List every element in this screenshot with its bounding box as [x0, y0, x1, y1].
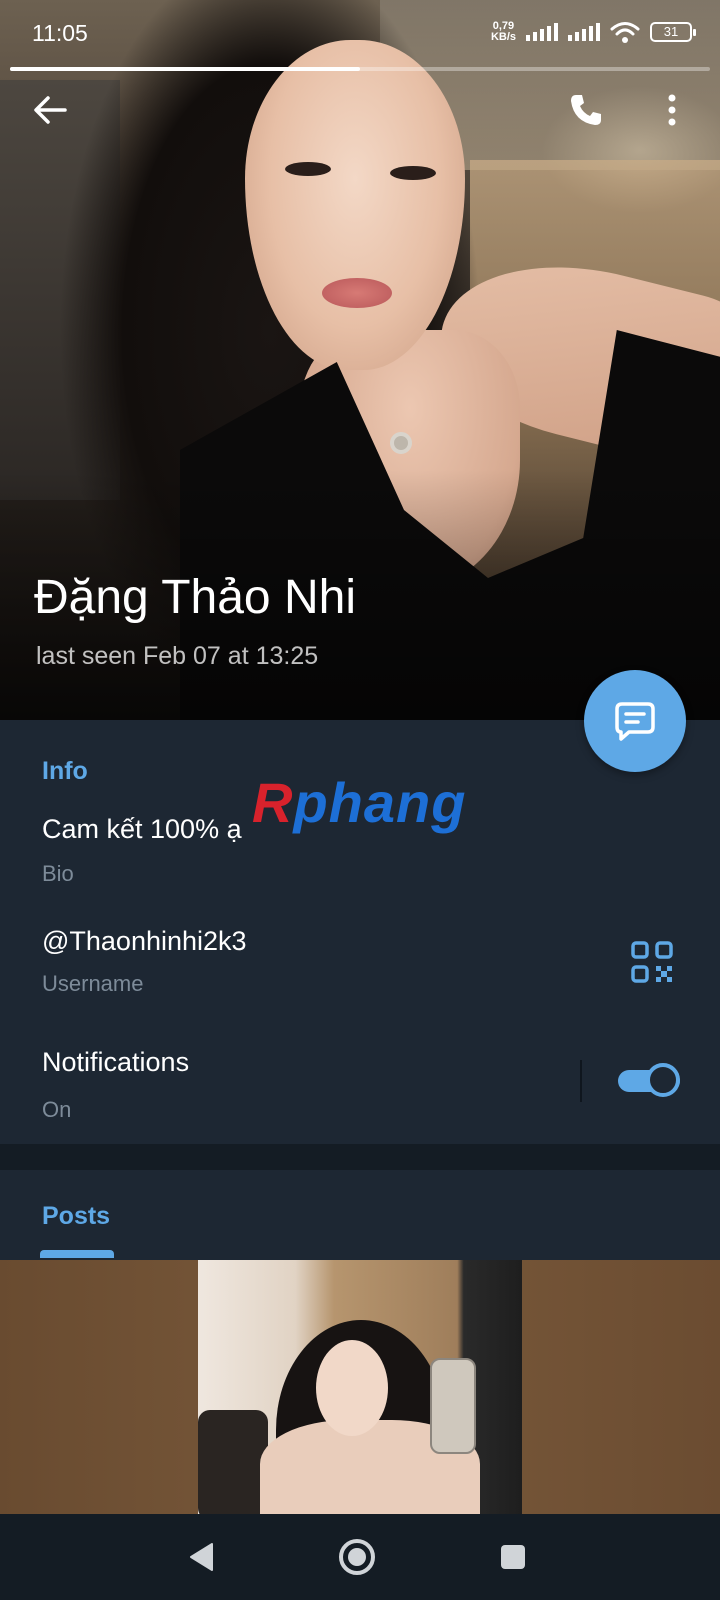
- triangle-back-icon: [190, 1543, 213, 1571]
- info-section-title: Info: [42, 757, 88, 785]
- watermark-logo: Rphang: [252, 770, 466, 835]
- qr-code-button[interactable]: [630, 940, 674, 984]
- photo-lips: [322, 278, 392, 308]
- bio-label: Bio: [42, 861, 74, 886]
- square-recents-icon: [501, 1545, 525, 1569]
- post-photo-chair: [198, 1410, 268, 1514]
- post-photo-face: [316, 1340, 388, 1436]
- nav-recents-button[interactable]: [486, 1530, 540, 1584]
- notifications-label[interactable]: Notifications: [42, 1047, 189, 1078]
- bio-value[interactable]: Cam kết 100% ạ: [42, 814, 242, 845]
- net-speed: 0,79 KB/s: [491, 21, 516, 43]
- section-gap: [0, 1144, 720, 1170]
- back-button[interactable]: [26, 86, 74, 134]
- post-photo-phone: [430, 1358, 476, 1454]
- qr-code-icon: [631, 941, 673, 983]
- profile-name: Đặng Thảo Nhi: [34, 571, 356, 624]
- more-vertical-icon: [668, 94, 676, 126]
- circle-home-icon: [339, 1539, 375, 1575]
- username-value[interactable]: @Thaonhinhi2k3: [42, 926, 247, 957]
- more-options-button[interactable]: [648, 86, 696, 134]
- tab-posts[interactable]: Posts: [42, 1202, 110, 1231]
- nav-back-button[interactable]: [174, 1530, 228, 1584]
- username-label: Username: [42, 971, 144, 996]
- photo-progress-fill: [10, 67, 360, 71]
- photo-necklace: [390, 432, 412, 454]
- net-speed-unit: KB/s: [490, 31, 516, 43]
- nav-home-button[interactable]: [330, 1530, 384, 1584]
- status-bar: 11:05 0,79 KB/s 31: [0, 0, 720, 64]
- phone-icon: [571, 95, 601, 125]
- notifications-state: On: [42, 1097, 72, 1122]
- toggle-knob: [646, 1063, 680, 1097]
- system-nav-bar: [0, 1514, 720, 1600]
- photo-eye-left: [285, 162, 331, 176]
- watermark-part-1: R: [252, 771, 294, 834]
- notifications-divider: [580, 1060, 582, 1102]
- status-icons: 0,79 KB/s 31: [491, 18, 696, 46]
- photo-eye-right: [390, 166, 436, 180]
- last-seen-status: last seen Feb 07 at 13:25: [36, 642, 319, 670]
- post-photo[interactable]: [198, 1260, 522, 1514]
- status-time: 11:05: [32, 20, 88, 46]
- send-message-button[interactable]: [584, 670, 686, 772]
- photo-progress-track: [10, 67, 710, 71]
- signal-icon: [526, 23, 558, 41]
- battery-icon: 31: [650, 22, 696, 42]
- message-icon: [615, 702, 655, 741]
- post-media-tile[interactable]: [0, 1260, 720, 1514]
- signal-icon-2: [568, 23, 600, 41]
- arrow-left-icon: [34, 96, 67, 124]
- wifi-icon: [610, 22, 640, 43]
- watermark-part-2: phang: [293, 771, 467, 834]
- call-button[interactable]: [562, 86, 610, 134]
- notifications-toggle[interactable]: [618, 1062, 680, 1098]
- posts-tab-indicator: [40, 1250, 114, 1258]
